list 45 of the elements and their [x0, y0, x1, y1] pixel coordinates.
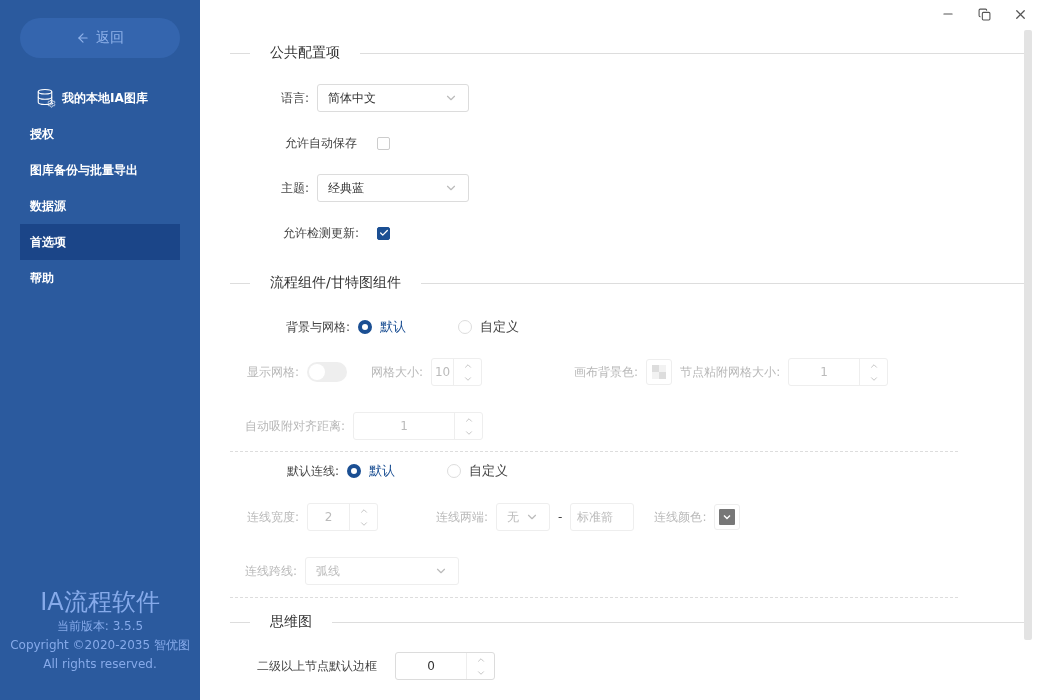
database-icon: [36, 88, 56, 108]
radio-label[interactable]: 默认: [380, 318, 407, 336]
field-label: 允许自动保存: [285, 134, 357, 152]
field-label: 网格大小:: [371, 363, 424, 381]
app-name: IA流程软件: [40, 587, 160, 617]
field-label: 连线两端:: [436, 508, 489, 526]
scrollbar[interactable]: [1024, 30, 1032, 640]
rights-text: All rights reserved.: [43, 656, 157, 673]
theme-select[interactable]: 经典蓝: [317, 174, 470, 202]
nav-item[interactable]: 数据源: [20, 188, 180, 224]
field-label: 背景与网格:: [286, 318, 351, 336]
restore-icon: [977, 7, 991, 21]
field-label: 画布背景色:: [574, 363, 639, 381]
radio-button[interactable]: [358, 320, 373, 334]
nav-item[interactable]: 授权: [20, 116, 180, 152]
radio-button[interactable]: [347, 464, 362, 478]
radio-label[interactable]: 自定义: [480, 318, 520, 336]
section-title: 思维图: [270, 613, 312, 631]
copyright-text: Copyright ©2020-2035 智优图: [10, 637, 190, 654]
section-title: 流程组件/甘特图组件: [270, 274, 401, 292]
field-label: 语言:: [281, 89, 310, 107]
field-label: 允许检测更新:: [283, 224, 360, 242]
field-label: 二级以上节点默认边框: [257, 657, 377, 675]
field-label: 显示网格:: [247, 363, 300, 381]
separator-text: -: [558, 510, 563, 524]
color-dropdown-icon: [719, 509, 736, 525]
nav-item[interactable]: 图库备份与批量导出: [20, 152, 180, 188]
field-label: 自动吸附对齐距离:: [245, 417, 346, 435]
radio-label[interactable]: 默认: [369, 462, 396, 480]
field-label: 节点粘附网格大小:: [680, 363, 781, 381]
field-label: 连线宽度:: [247, 508, 300, 526]
field-label: 默认连线:: [287, 462, 340, 480]
checkbox[interactable]: [377, 226, 391, 240]
nav-item[interactable]: 首选项: [20, 224, 180, 260]
field-label: 连线颜色:: [654, 508, 707, 526]
nav-item[interactable]: 帮助: [20, 260, 180, 296]
number-field[interactable]: 0: [395, 652, 495, 680]
language-select[interactable]: 简体中文: [317, 84, 470, 112]
checkerboard-icon: [652, 365, 667, 379]
field-label: 连线跨线:: [245, 562, 298, 580]
version-text: 当前版本: 3.5.5: [56, 618, 144, 635]
radio-label[interactable]: 自定义: [469, 462, 509, 480]
section-title: 公共配置项: [270, 44, 340, 62]
field-label: 主题:: [281, 179, 310, 197]
library-link[interactable]: 我的本地IA图库: [62, 89, 148, 107]
